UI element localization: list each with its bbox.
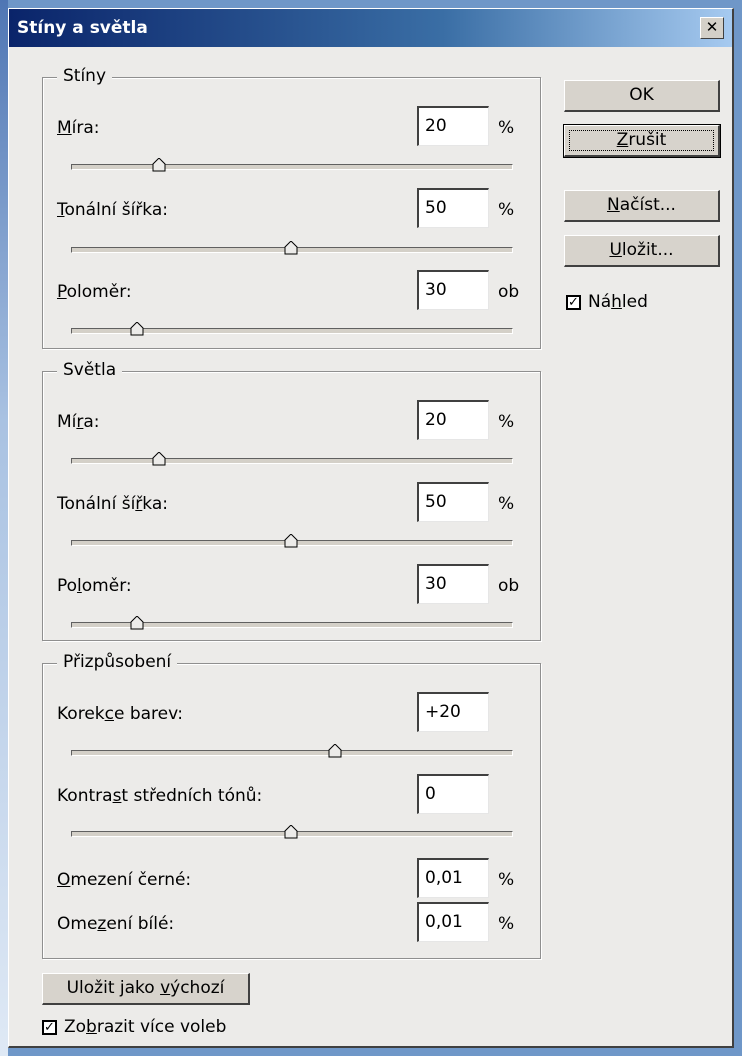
save-as-default-button[interactable]: Uložit jako výchozí bbox=[42, 973, 250, 1005]
highlights-legend: Světla bbox=[57, 360, 123, 380]
highlights-radius-label: Poloměr: bbox=[57, 576, 132, 596]
color-correction-label: Korekce barev: bbox=[57, 704, 183, 724]
adjustments-legend: Přizpůsobení bbox=[57, 652, 178, 672]
shadows-radius-input[interactable]: 30 bbox=[417, 270, 489, 310]
focus-rectangle bbox=[569, 130, 714, 151]
shadows-amount-slider[interactable] bbox=[71, 164, 513, 170]
load-button[interactable]: Načíst... bbox=[564, 190, 720, 222]
shadows-radius-unit: ob bbox=[498, 282, 520, 302]
shadows-radius-label: Poloměr: bbox=[57, 282, 132, 302]
shadows-highlights-dialog: Stíny a světla ✕ Stíny Míra: 20 % Tonáln… bbox=[8, 8, 734, 1048]
shadows-tonal-width-input[interactable]: 50 bbox=[417, 188, 489, 228]
highlights-group: Světla Míra: 20 % Tonální šířka: 50 % Po… bbox=[42, 360, 541, 641]
color-correction-slider-thumb[interactable] bbox=[328, 744, 342, 758]
highlights-amount-slider[interactable] bbox=[71, 458, 513, 464]
title-bar[interactable]: Stíny a světla ✕ bbox=[9, 9, 732, 47]
black-clip-input[interactable]: 0,01 bbox=[417, 858, 489, 898]
color-correction-input[interactable]: +20 bbox=[417, 692, 489, 732]
shadows-tonal-width-label: Tonální šířka: bbox=[57, 200, 168, 220]
highlights-tonal-width-unit: % bbox=[498, 494, 515, 514]
desktop-background bbox=[0, 0, 8, 1056]
highlights-amount-input[interactable]: 20 bbox=[417, 400, 489, 440]
highlights-tonal-width-input[interactable]: 50 bbox=[417, 482, 489, 522]
preview-check-icon: ✓ bbox=[566, 295, 581, 310]
midtone-contrast-slider-thumb[interactable] bbox=[284, 825, 298, 839]
shadows-amount-slider-thumb[interactable] bbox=[152, 158, 166, 172]
midtone-contrast-label: Kontrast středních tónů: bbox=[57, 786, 263, 806]
cancel-button[interactable]: Zrušit bbox=[563, 124, 721, 158]
shadows-tonal-width-unit: % bbox=[498, 200, 515, 220]
highlights-tonal-width-label: Tonální šířka: bbox=[57, 494, 168, 514]
dialog-title: Stíny a světla bbox=[17, 18, 148, 38]
shadows-amount-input[interactable]: 20 bbox=[417, 106, 489, 146]
shadows-amount-label: Míra: bbox=[57, 118, 100, 138]
color-correction-slider[interactable] bbox=[71, 750, 513, 756]
midtone-contrast-input[interactable]: 0 bbox=[417, 774, 489, 814]
ok-button[interactable]: OK bbox=[564, 80, 720, 112]
highlights-radius-input[interactable]: 30 bbox=[417, 564, 489, 604]
shadows-tonal-width-slider-thumb[interactable] bbox=[284, 241, 298, 255]
shadows-legend: Stíny bbox=[57, 66, 113, 86]
white-clip-unit: % bbox=[498, 914, 515, 934]
more-options-check-icon: ✓ bbox=[42, 1020, 57, 1035]
close-icon: ✕ bbox=[705, 18, 719, 36]
black-clip-label: Omezení černé: bbox=[57, 870, 192, 890]
highlights-radius-unit: ob bbox=[498, 576, 520, 596]
save-button[interactable]: Uložit... bbox=[564, 235, 720, 267]
white-clip-label: Omezení bílé: bbox=[57, 914, 175, 934]
more-options-label: Zobrazit více voleb bbox=[64, 1017, 227, 1037]
highlights-radius-slider-thumb[interactable] bbox=[130, 616, 144, 630]
close-button[interactable]: ✕ bbox=[700, 17, 724, 39]
highlights-amount-label: Míra: bbox=[57, 412, 100, 432]
highlights-amount-unit: % bbox=[498, 412, 515, 432]
preview-label: Náhled bbox=[588, 292, 648, 312]
highlights-tonal-width-slider-thumb[interactable] bbox=[284, 534, 298, 548]
highlights-amount-slider-thumb[interactable] bbox=[152, 452, 166, 466]
shadows-amount-unit: % bbox=[498, 118, 515, 138]
shadows-group: Stíny Míra: 20 % Tonální šířka: 50 % Pol… bbox=[42, 66, 541, 349]
adjustments-group: Přizpůsobení Korekce barev: +20 Kontrast… bbox=[42, 652, 541, 959]
white-clip-input[interactable]: 0,01 bbox=[417, 902, 489, 942]
black-clip-unit: % bbox=[498, 870, 515, 890]
shadows-radius-slider-thumb[interactable] bbox=[130, 322, 144, 336]
